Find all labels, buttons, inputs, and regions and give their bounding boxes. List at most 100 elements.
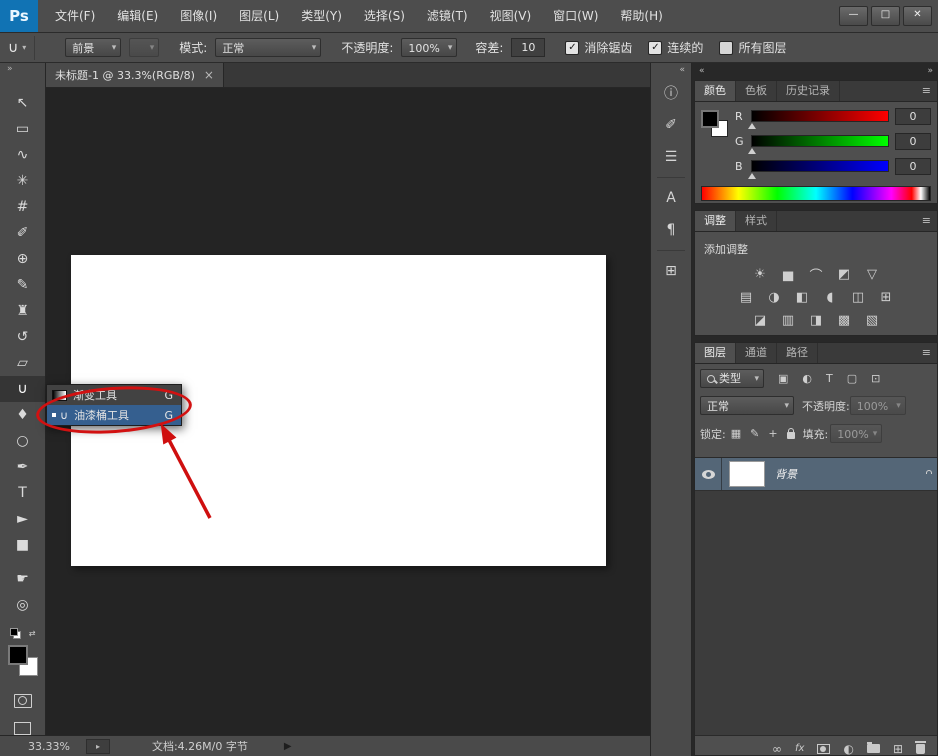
document-tab[interactable]: 未标题-1 @ 33.3%(RGB/8) × bbox=[46, 63, 224, 87]
link-layers-button[interactable]: ∞ bbox=[772, 743, 782, 755]
measurement-log-panel-icon[interactable]: ⊞ bbox=[651, 255, 691, 287]
opacity-dropdown[interactable]: 100% bbox=[401, 38, 457, 57]
panel-menu-icon[interactable]: ≡ bbox=[916, 211, 937, 231]
toolbar-collapse-icon[interactable]: » bbox=[0, 63, 45, 76]
menu-window[interactable]: 窗口(W) bbox=[542, 0, 609, 32]
maximize-button[interactable]: □ bbox=[871, 6, 900, 26]
tab-close-icon[interactable]: × bbox=[204, 68, 214, 82]
hand-tool[interactable]: ☛ bbox=[0, 566, 45, 592]
layer-style-button[interactable]: fx bbox=[795, 744, 804, 754]
tab-adjustments[interactable]: 调整 bbox=[695, 211, 736, 231]
blur-tool[interactable]: ♦ bbox=[0, 402, 45, 428]
exposure-icon[interactable]: ◩ bbox=[835, 266, 853, 282]
properties-panel-icon[interactable]: ☰ bbox=[651, 141, 691, 173]
mode-dropdown[interactable]: 正常 bbox=[215, 38, 321, 57]
tab-paths[interactable]: 路径 bbox=[777, 343, 818, 363]
layer-name[interactable]: 背景 bbox=[775, 466, 797, 482]
lock-transparency-icon[interactable]: ▦ bbox=[731, 427, 741, 440]
levels-icon[interactable]: ▅ bbox=[779, 266, 797, 282]
collapse-dock-left-icon[interactable]: « bbox=[699, 66, 705, 76]
rectangle-shape-tool[interactable]: ■ bbox=[0, 532, 45, 558]
anti-alias-checkbox[interactable]: ✓ bbox=[565, 41, 579, 55]
green-value-field[interactable]: 0 bbox=[895, 133, 931, 150]
pattern-swatch-dropdown[interactable] bbox=[129, 38, 159, 57]
eraser-tool[interactable]: ▱ bbox=[0, 350, 45, 376]
black-white-icon[interactable]: ◧ bbox=[793, 289, 811, 305]
blue-slider[interactable] bbox=[751, 160, 889, 172]
foreground-color-swatch[interactable] bbox=[8, 645, 28, 665]
fill-dropdown[interactable]: 100% bbox=[830, 424, 882, 443]
history-brush-tool[interactable]: ↺ bbox=[0, 324, 45, 350]
foreground-background-swatches[interactable] bbox=[7, 644, 39, 678]
threshold-icon[interactable]: ◨ bbox=[807, 312, 825, 328]
expand-panels-icon[interactable]: « bbox=[651, 63, 691, 77]
hue-saturation-icon[interactable]: ▤ bbox=[737, 289, 755, 305]
menu-help[interactable]: 帮助(H) bbox=[609, 0, 673, 32]
tab-layers[interactable]: 图层 bbox=[695, 343, 736, 363]
default-colors-icon[interactable] bbox=[10, 628, 20, 638]
layer-opacity-dropdown[interactable]: 100% bbox=[850, 396, 906, 415]
curves-icon[interactable]: ⌒ bbox=[807, 266, 825, 282]
paragraph-panel-icon[interactable]: ¶ bbox=[651, 214, 691, 246]
layer-filter-dropdown[interactable]: 类型 bbox=[700, 369, 764, 388]
blue-value-field[interactable]: 0 bbox=[895, 158, 931, 175]
vibrance-icon[interactable]: ▽ bbox=[863, 266, 881, 282]
minimize-button[interactable]: — bbox=[839, 6, 868, 26]
lock-all-icon[interactable] bbox=[787, 432, 795, 439]
blend-mode-dropdown[interactable]: 正常 bbox=[700, 396, 794, 415]
menu-layer[interactable]: 图层(L) bbox=[228, 0, 290, 32]
swap-colors-icon[interactable]: ⇄ bbox=[29, 629, 36, 638]
new-layer-button[interactable]: ⊞ bbox=[893, 743, 903, 755]
panel-menu-icon[interactable]: ≡ bbox=[916, 81, 937, 101]
fill-source-dropdown[interactable]: 前景 bbox=[65, 38, 121, 57]
menu-image[interactable]: 图像(I) bbox=[169, 0, 228, 32]
red-slider[interactable] bbox=[751, 110, 889, 122]
tolerance-input[interactable] bbox=[511, 38, 545, 57]
tab-history[interactable]: 历史记录 bbox=[777, 81, 840, 101]
layer-thumbnail[interactable] bbox=[729, 461, 765, 487]
filter-pixel-layers-icon[interactable]: ▣ bbox=[778, 372, 788, 385]
posterize-icon[interactable]: ▥ bbox=[779, 312, 797, 328]
layer-row-background[interactable]: 背景 bbox=[695, 458, 937, 491]
rectangular-marquee-tool[interactable]: ▭ bbox=[0, 116, 45, 142]
menu-view[interactable]: 视图(V) bbox=[479, 0, 543, 32]
eyedropper-tool[interactable]: ✐ bbox=[0, 220, 45, 246]
layer-visibility-toggle[interactable] bbox=[695, 458, 722, 490]
photo-filter-icon[interactable]: ◖ bbox=[821, 289, 839, 305]
quick-selection-tool[interactable]: ✳ bbox=[0, 168, 45, 194]
lock-position-icon[interactable]: + bbox=[768, 427, 777, 440]
filter-type-layers-icon[interactable]: T bbox=[826, 372, 833, 385]
filter-adjustment-layers-icon[interactable]: ◐ bbox=[802, 372, 812, 385]
flyout-item-paint-bucket-tool[interactable]: ∪ 油漆桶工具 G bbox=[47, 405, 181, 425]
menu-file[interactable]: 文件(F) bbox=[44, 0, 106, 32]
menu-select[interactable]: 选择(S) bbox=[353, 0, 416, 32]
screen-mode-button[interactable] bbox=[14, 722, 31, 735]
all-layers-checkbox[interactable] bbox=[719, 41, 733, 55]
tab-styles[interactable]: 样式 bbox=[736, 211, 777, 231]
lock-image-icon[interactable]: ✎ bbox=[750, 427, 759, 440]
path-selection-tool[interactable]: ► bbox=[0, 506, 45, 532]
red-slider-handle[interactable] bbox=[748, 123, 756, 129]
filter-shape-layers-icon[interactable]: ▢ bbox=[847, 372, 857, 385]
color-lookup-icon[interactable]: ⊞ bbox=[877, 289, 895, 305]
color-sampler-panel-icon[interactable]: ✐ bbox=[651, 109, 691, 141]
selective-color-icon[interactable]: ▧ bbox=[863, 312, 881, 328]
menu-filter[interactable]: 滤镜(T) bbox=[416, 0, 479, 32]
quick-mask-button[interactable] bbox=[14, 694, 32, 708]
info-panel-icon[interactable]: ⓘ bbox=[651, 77, 691, 109]
gradient-map-icon[interactable]: ▩ bbox=[835, 312, 853, 328]
color-balance-icon[interactable]: ◑ bbox=[765, 289, 783, 305]
tab-channels[interactable]: 通道 bbox=[736, 343, 777, 363]
lasso-tool[interactable]: ∿ bbox=[0, 142, 45, 168]
filter-smart-objects-icon[interactable]: ⊡ bbox=[871, 372, 880, 385]
menu-type[interactable]: 类型(Y) bbox=[290, 0, 353, 32]
red-value-field[interactable]: 0 bbox=[895, 108, 931, 125]
brush-tool[interactable]: ✎ bbox=[0, 272, 45, 298]
blue-slider-handle[interactable] bbox=[748, 173, 756, 179]
flyout-item-gradient-tool[interactable]: 渐变工具 G bbox=[47, 385, 181, 405]
green-slider[interactable] bbox=[751, 135, 889, 147]
collapse-dock-right-icon[interactable]: » bbox=[927, 66, 933, 76]
panel-foreground-swatch[interactable] bbox=[701, 110, 719, 128]
crop-tool[interactable]: # bbox=[0, 194, 45, 220]
status-popup-arrow-icon[interactable]: ▶ bbox=[284, 741, 292, 752]
